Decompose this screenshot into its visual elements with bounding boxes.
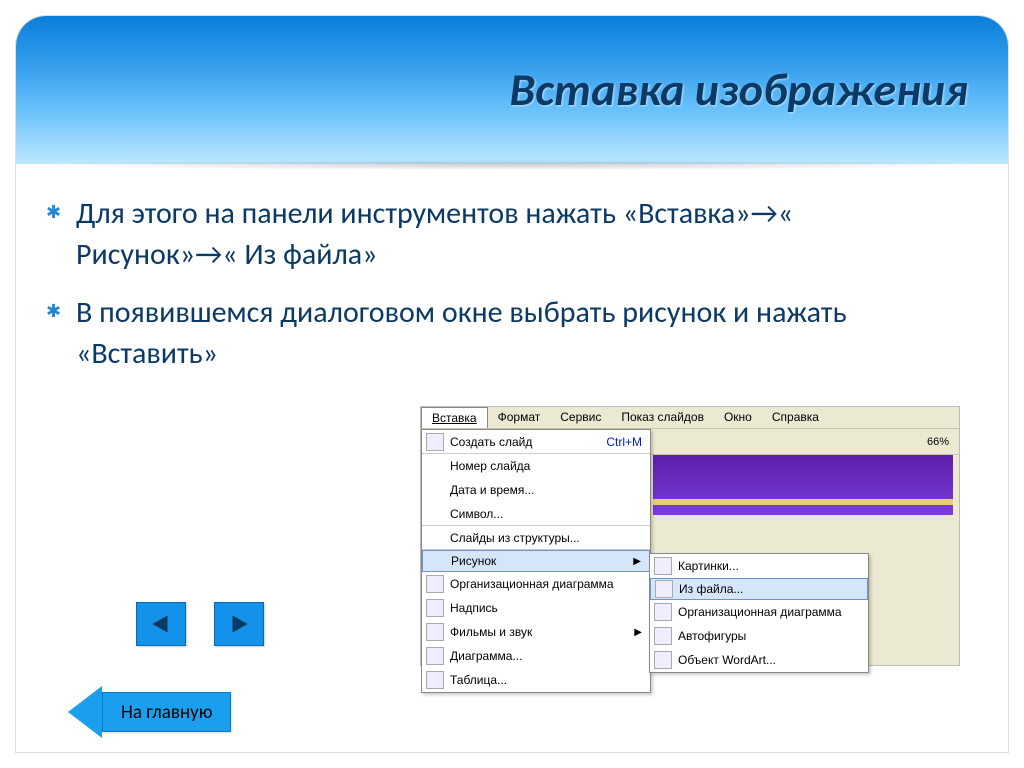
clipart-icon	[654, 557, 672, 575]
dd-picture[interactable]: Рисунок▶	[422, 550, 650, 572]
orgchart-icon	[426, 575, 444, 593]
from-file-icon	[655, 580, 673, 598]
orgchart-icon	[654, 603, 672, 621]
dd-create-slide[interactable]: Создать слайд Ctrl+M	[422, 430, 650, 454]
slide-title: Вставка изображения	[509, 66, 968, 114]
dd-slides-from-outline[interactable]: Слайды из структуры...	[422, 526, 650, 550]
dd-slide-number[interactable]: Номер слайда	[422, 454, 650, 478]
table-icon	[426, 671, 444, 689]
dd-table[interactable]: Таблица...	[422, 668, 650, 692]
menu-item[interactable]: Справка	[762, 407, 829, 428]
picture-submenu: Картинки... Из файла... Организационная …	[649, 553, 869, 673]
sub-org-chart[interactable]: Организационная диаграмма	[650, 600, 868, 624]
prev-button[interactable]	[136, 602, 186, 646]
dd-movies-sound[interactable]: Фильмы и звук▶	[422, 620, 650, 644]
home-label: На главную	[121, 701, 212, 724]
chevron-right-icon: ▶	[633, 556, 641, 567]
autoshapes-icon	[654, 627, 672, 645]
textbox-icon	[426, 599, 444, 617]
slide: Вставка изображения Для этого на панели …	[16, 16, 1008, 752]
dd-symbol[interactable]: Символ...	[422, 502, 650, 526]
slide-preview-strip	[653, 455, 953, 515]
menu-item[interactable]: Сервис	[550, 407, 611, 428]
embedded-screenshot: Вставка Формат Сервис Показ слайдов Окно…	[420, 406, 960, 666]
menu-item[interactable]: Окно	[714, 407, 762, 428]
arrow-left-icon	[68, 686, 102, 738]
home-button[interactable]: На главную	[68, 686, 231, 738]
zoom-value: 66%	[927, 436, 955, 448]
triangle-left-icon	[148, 611, 174, 637]
sub-wordart[interactable]: Объект WordArt...	[650, 648, 868, 672]
triangle-right-icon	[226, 611, 252, 637]
nav-buttons	[136, 602, 264, 646]
chevron-right-icon: ▶	[634, 627, 642, 638]
sub-clipart[interactable]: Картинки...	[650, 554, 868, 578]
wordart-icon	[654, 651, 672, 669]
bullet-item: Для этого на панели инструментов нажать …	[76, 194, 958, 275]
dd-textbox[interactable]: Надпись	[422, 596, 650, 620]
dd-org-chart[interactable]: Организационная диаграмма	[422, 572, 650, 596]
next-button[interactable]	[214, 602, 264, 646]
sub-autoshapes[interactable]: Автофигуры	[650, 624, 868, 648]
menu-item[interactable]: Показ слайдов	[611, 407, 714, 428]
dd-chart[interactable]: Диаграмма...	[422, 644, 650, 668]
chart-icon	[426, 647, 444, 665]
dd-date-time[interactable]: Дата и время...	[422, 478, 650, 502]
insert-dropdown: Создать слайд Ctrl+M Номер слайда Дата и…	[421, 429, 651, 693]
bullet-item: В появившемся диалоговом окне выбрать ри…	[76, 293, 958, 374]
menu-item[interactable]: Формат	[488, 407, 551, 428]
new-slide-icon	[426, 433, 444, 451]
media-icon	[426, 623, 444, 641]
sub-from-file[interactable]: Из файла...	[650, 578, 868, 600]
menubar: Вставка Формат Сервис Показ слайдов Окно…	[421, 407, 959, 429]
slide-header: Вставка изображения	[16, 16, 1008, 164]
slide-content: Для этого на панели инструментов нажать …	[16, 164, 1008, 374]
menu-insert[interactable]: Вставка	[421, 407, 488, 428]
